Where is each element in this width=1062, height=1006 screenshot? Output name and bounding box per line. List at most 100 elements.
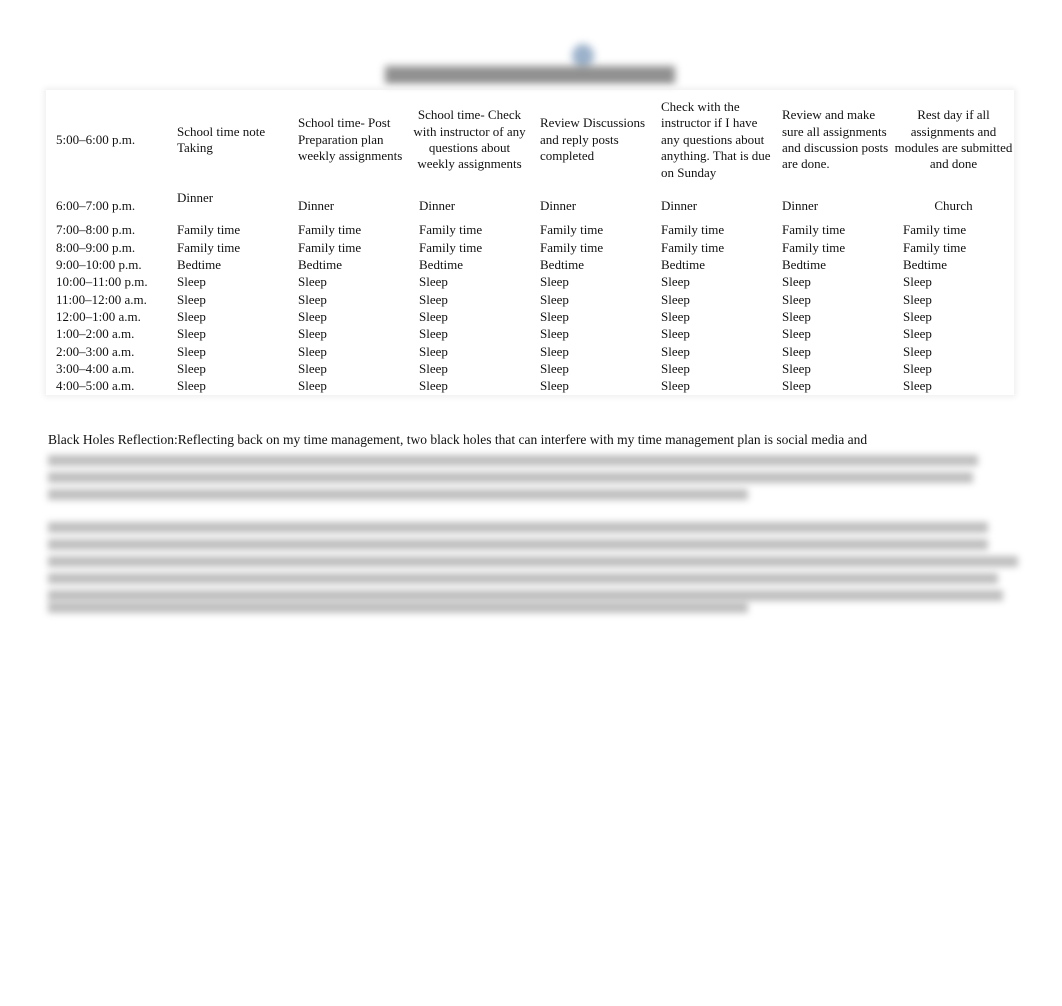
table-cell: Sleep (661, 326, 690, 342)
table-cell: 3:00–4:00 a.m. (56, 360, 135, 376)
reflection-label: Black Holes Reflection: (48, 432, 178, 447)
table-cell: Sleep (177, 343, 206, 359)
table-row: 4:00–5:00 a.m. Sleep Sleep Sleep Sleep Sleep S… (46, 378, 1014, 395)
table-cell: Sleep (540, 343, 569, 359)
table-cell: Sleep (782, 274, 811, 290)
table-cell: Sleep (540, 291, 569, 307)
blurred-text (48, 472, 973, 483)
table-cell: Sleep (903, 378, 932, 394)
table-cell: Bedtime (298, 257, 343, 273)
table-row: 5:00–6:00 p.m. School time note Taking Sch… (46, 90, 1014, 190)
table-cell: Family time (903, 239, 967, 255)
table-cell: 1:00–2:00 a.m. (56, 326, 135, 342)
table-cell: Family time (661, 222, 725, 238)
table-cell: Sleep (298, 360, 327, 376)
table-cell: Sleep (177, 308, 206, 324)
table-cell: Church (934, 197, 973, 213)
table-cell: School time note Taking (177, 123, 266, 155)
table-cell: Sleep (298, 308, 327, 324)
table-cell: 10:00–11:00 p.m. (56, 274, 148, 290)
table-cell: Sleep (419, 343, 448, 359)
table-cell: Family time (298, 239, 362, 255)
table-cell: Sleep (782, 308, 811, 324)
table-cell: Sleep (298, 291, 327, 307)
table-cell: Bedtime (419, 257, 464, 273)
table-row: 11:00–12:00 a.m. Sleep Sleep Sleep Sleep Slee… (46, 291, 1014, 308)
table-cell: Dinner (782, 197, 819, 213)
table-cell: Dinner (298, 197, 335, 213)
table-cell: Sleep (419, 378, 448, 394)
table-cell: Family time (540, 222, 604, 238)
table-row: 7:00–8:00 p.m. Family time Family time Fami… (46, 222, 1014, 239)
table-cell: Bedtime (903, 257, 948, 273)
document-title-redacted (385, 66, 675, 84)
table-cell: Family time (540, 239, 604, 255)
table-cell: Bedtime (661, 257, 706, 273)
table-cell: Sleep (419, 291, 448, 307)
table-cell: Sleep (661, 291, 690, 307)
table-cell: Sleep (903, 291, 932, 307)
table-cell: Family time (419, 239, 483, 255)
table-cell: Family time (298, 222, 362, 238)
reflection-paragraph: Black Holes Reflection:Reflecting back o… (48, 432, 1008, 448)
table-row: 3:00–4:00 a.m. Sleep Sleep Sleep Sleep Sleep S… (46, 360, 1014, 377)
table-cell: Bedtime (782, 257, 827, 273)
table-cell: 9:00–10:00 p.m. (56, 257, 142, 273)
table-cell: Sleep (177, 326, 206, 342)
table-row: 9:00–10:00 p.m. Bedtime Bedtime Bedtime Bedt… (46, 257, 1014, 274)
table-cell: Bedtime (540, 257, 585, 273)
blurred-text (48, 455, 978, 466)
table-cell: Sleep (540, 326, 569, 342)
table-cell: Sleep (419, 308, 448, 324)
table-cell: Family time (419, 222, 483, 238)
blurred-text (48, 602, 748, 613)
table-row: 10:00–11:00 p.m. Sleep Sleep Sleep Sleep Slee… (46, 274, 1014, 291)
table-cell: 2:00–3:00 a.m. (56, 343, 135, 359)
table-cell: Sleep (540, 308, 569, 324)
blurred-text (48, 573, 998, 584)
table-cell: School time- Check with instructor of an… (413, 107, 526, 172)
table-cell: Dinner (661, 197, 698, 213)
table-cell: School time- Post Preparation plan weekl… (298, 115, 403, 164)
table-row: 6:00–7:00 p.m. Dinner Dinner Dinner Dinner Di… (46, 190, 1014, 222)
table-cell: Family time (177, 222, 241, 238)
table-cell: Sleep (903, 326, 932, 342)
table-cell: 8:00–9:00 p.m. (56, 239, 136, 255)
table-cell: Dinner (419, 197, 456, 213)
table-cell: Dinner (177, 190, 214, 205)
blurred-text (48, 522, 988, 533)
table-cell: Sleep (298, 343, 327, 359)
table-cell: Sleep (661, 360, 690, 376)
table-row: 1:00–2:00 a.m. Sleep Sleep Sleep Sleep Sleep S… (46, 326, 1014, 343)
table-cell: Sleep (298, 274, 327, 290)
table-cell: Sleep (177, 291, 206, 307)
table-cell: Sleep (419, 274, 448, 290)
blurred-text (48, 489, 748, 500)
reflection-text: Reflecting back on my time management, t… (177, 432, 868, 447)
table-cell: Sleep (903, 360, 932, 376)
table-cell: Review and make sure all assignments and… (782, 107, 889, 172)
table-cell: Sleep (661, 343, 690, 359)
table-cell: Sleep (540, 274, 569, 290)
table-cell: Family time (661, 239, 725, 255)
table-cell: 11:00–12:00 a.m. (56, 291, 147, 307)
table-cell: Sleep (540, 360, 569, 376)
table-cell: Sleep (177, 378, 206, 394)
table-cell: 5:00–6:00 p.m. (56, 131, 136, 147)
table-cell: Review Discussions and reply posts compl… (540, 115, 646, 164)
table-cell: Check with the instructor if I have any … (661, 98, 771, 180)
table-cell: Bedtime (177, 257, 222, 273)
table-cell: Sleep (298, 326, 327, 342)
table-cell: Family time (177, 239, 241, 255)
schedule-table: 5:00–6:00 p.m. School time note Taking Sch… (46, 90, 1014, 395)
table-cell: Sleep (298, 378, 327, 394)
table-cell: Sleep (540, 378, 569, 394)
table-cell: Sleep (782, 378, 811, 394)
table-cell: Sleep (903, 343, 932, 359)
table-cell: Sleep (903, 308, 932, 324)
table-cell: Rest day if all assignments and modules … (894, 107, 1013, 172)
logo-image (572, 44, 594, 68)
table-cell: 12:00–1:00 a.m. (56, 308, 141, 324)
table-cell: Sleep (419, 360, 448, 376)
table-cell: Sleep (177, 274, 206, 290)
